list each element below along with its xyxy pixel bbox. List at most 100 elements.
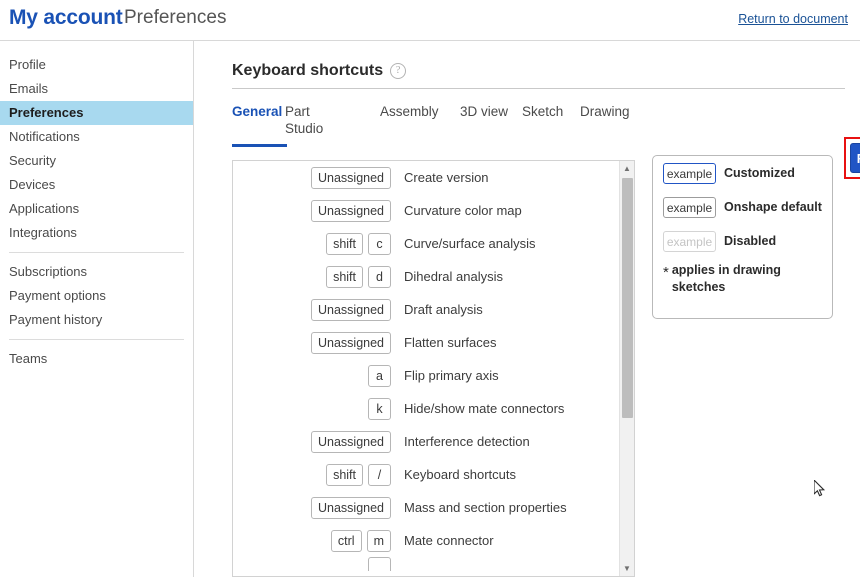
- legend-chip: example: [663, 196, 716, 218]
- keycap[interactable]: Unassigned: [310, 298, 391, 321]
- shortcut-keys: k: [239, 397, 391, 420]
- keycap[interactable]: Unassigned: [310, 199, 391, 222]
- sidebar-group-account: Profile Emails Preferences Notifications Sec…: [0, 53, 193, 245]
- section-title: Keyboard shortcuts: [232, 62, 384, 79]
- legend-label: Disabled: [724, 234, 777, 248]
- return-to-document-link[interactable]: Return to document: [738, 12, 848, 26]
- shortcut-keys: Unassigned: [239, 496, 391, 519]
- shortcut-row-partial: [233, 557, 620, 571]
- sidebar-item-notifications[interactable]: Notifications: [0, 125, 193, 149]
- keycap[interactable]: Unassigned: [310, 496, 391, 519]
- shortcut-keys: [239, 557, 391, 571]
- shortcuts-list: Unassigned Create version Unassigned Curvat…: [233, 161, 620, 576]
- keycap[interactable]: Unassigned: [310, 331, 391, 354]
- legend-rows: example Customized example Onshape default e…: [653, 156, 832, 258]
- keycap[interactable]: shift: [326, 232, 363, 255]
- scroll-up-icon[interactable]: ▲: [620, 161, 634, 176]
- keycap[interactable]: /: [368, 463, 391, 486]
- shortcut-keys: shift c: [239, 232, 391, 255]
- shortcut-label: Flatten surfaces: [404, 335, 497, 350]
- keycap[interactable]: m: [366, 529, 391, 552]
- shortcut-keys: a: [239, 364, 391, 387]
- tab-assembly[interactable]: Assembly: [380, 103, 446, 120]
- shortcut-label: Mate connector: [404, 533, 494, 548]
- scroll-down-icon[interactable]: ▼: [620, 561, 634, 576]
- legend-row: example Customized: [663, 156, 832, 190]
- shortcut-keys: shift d: [239, 265, 391, 288]
- shortcut-row: Unassigned Create version: [233, 161, 620, 194]
- shortcut-label: Interference detection: [404, 434, 530, 449]
- shortcut-label: Flip primary axis: [404, 368, 499, 383]
- legend-chip: example: [663, 230, 716, 252]
- tab-sketch[interactable]: Sketch: [522, 103, 588, 120]
- scrollbar-thumb[interactable]: [622, 178, 633, 418]
- shortcut-label: Hide/show mate connectors: [404, 401, 565, 416]
- sidebar-item-integrations[interactable]: Integrations: [0, 221, 193, 245]
- tab-part-studio[interactable]: Part Studio: [285, 103, 351, 137]
- sidebar-item-preferences[interactable]: Preferences: [0, 101, 193, 125]
- legend-chip: example: [663, 162, 716, 184]
- keycap[interactable]: d: [368, 265, 391, 288]
- legend-label: Customized: [724, 166, 795, 180]
- sidebar-divider-1: [9, 252, 184, 253]
- shortcut-keys: Unassigned: [239, 166, 391, 189]
- sidebar-group-teams: Teams: [0, 347, 193, 371]
- keycap[interactable]: shift: [326, 265, 363, 288]
- shortcut-row: Unassigned Flatten surfaces: [233, 326, 620, 359]
- sidebar-item-teams[interactable]: Teams: [0, 347, 193, 371]
- section-header: Keyboard shortcuts ?: [232, 62, 407, 80]
- shortcut-label: Mass and section properties: [404, 500, 567, 515]
- brand-title: My account: [9, 6, 123, 29]
- shortcut-label: Dihedral analysis: [404, 269, 503, 284]
- tab-3d-view[interactable]: 3D view: [460, 103, 526, 120]
- sidebar-item-payment-history[interactable]: Payment history: [0, 308, 193, 332]
- legend-panel: example Customized example Onshape default e…: [652, 155, 833, 319]
- shortcut-row: shift / Keyboard shortcuts: [233, 458, 620, 491]
- shortcut-keys: Unassigned: [239, 331, 391, 354]
- shortcut-row: shift d Dihedral analysis: [233, 260, 620, 293]
- shortcut-row: Unassigned Mass and section properties: [233, 491, 620, 524]
- tab-bar: General Part Studio Assembly 3D view Sketch D…: [232, 103, 632, 147]
- shortcut-keys: shift /: [239, 463, 391, 486]
- shortcut-keys: Unassigned: [239, 430, 391, 453]
- shortcut-row: shift c Curve/surface analysis: [233, 227, 620, 260]
- sidebar-group-billing: Subscriptions Payment options Payment hist…: [0, 260, 193, 332]
- sidebar-item-subscriptions[interactable]: Subscriptions: [0, 260, 193, 284]
- sidebar-item-applications[interactable]: Applications: [0, 197, 193, 221]
- shortcut-label: Curve/surface analysis: [404, 236, 536, 251]
- shortcut-row: ctrl m Mate connector: [233, 524, 620, 557]
- legend-footnote-text: applies in drawing sketches: [671, 263, 781, 294]
- sidebar: Profile Emails Preferences Notifications Sec…: [0, 41, 194, 577]
- sidebar-item-security[interactable]: Security: [0, 149, 193, 173]
- keycap[interactable]: ctrl: [330, 529, 362, 552]
- shortcut-row: k Hide/show mate connectors: [233, 392, 620, 425]
- top-bar: My account Preferences Return to documen…: [0, 0, 860, 41]
- shortcuts-scrollbar[interactable]: ▲ ▼: [619, 161, 634, 576]
- question-mark-icon[interactable]: ?: [390, 63, 407, 79]
- main-content: Keyboard shortcuts ? General Part Studio A…: [195, 41, 860, 577]
- keycap[interactable]: shift: [326, 463, 363, 486]
- keycap[interactable]: a: [368, 364, 391, 387]
- keycap[interactable]: Unassigned: [310, 166, 391, 189]
- sidebar-item-emails[interactable]: Emails: [0, 77, 193, 101]
- keycap[interactable]: k: [368, 397, 391, 420]
- sidebar-item-devices[interactable]: Devices: [0, 173, 193, 197]
- keycap[interactable]: c: [368, 232, 391, 255]
- shortcut-keys: ctrl m: [239, 529, 391, 552]
- shortcut-row: Unassigned Curvature color map: [233, 194, 620, 227]
- sidebar-divider-2: [9, 339, 184, 340]
- sidebar-item-profile[interactable]: Profile: [0, 53, 193, 77]
- shortcut-label: Curvature color map: [404, 203, 522, 218]
- keycap[interactable]: [368, 557, 391, 571]
- reset-all-button[interactable]: Reset all: [850, 143, 860, 173]
- shortcut-row: Unassigned Interference detection: [233, 425, 620, 458]
- shortcut-row: a Flip primary axis: [233, 359, 620, 392]
- legend-footnote-star: *: [663, 264, 669, 281]
- sidebar-item-payment-options[interactable]: Payment options: [0, 284, 193, 308]
- tab-drawing[interactable]: Drawing: [580, 103, 646, 120]
- keycap[interactable]: Unassigned: [310, 430, 391, 453]
- shortcut-keys: Unassigned: [239, 199, 391, 222]
- sidebar-top-spacer: [0, 41, 193, 53]
- legend-row: example Onshape default: [663, 190, 832, 224]
- shortcut-label: Draft analysis: [404, 302, 483, 317]
